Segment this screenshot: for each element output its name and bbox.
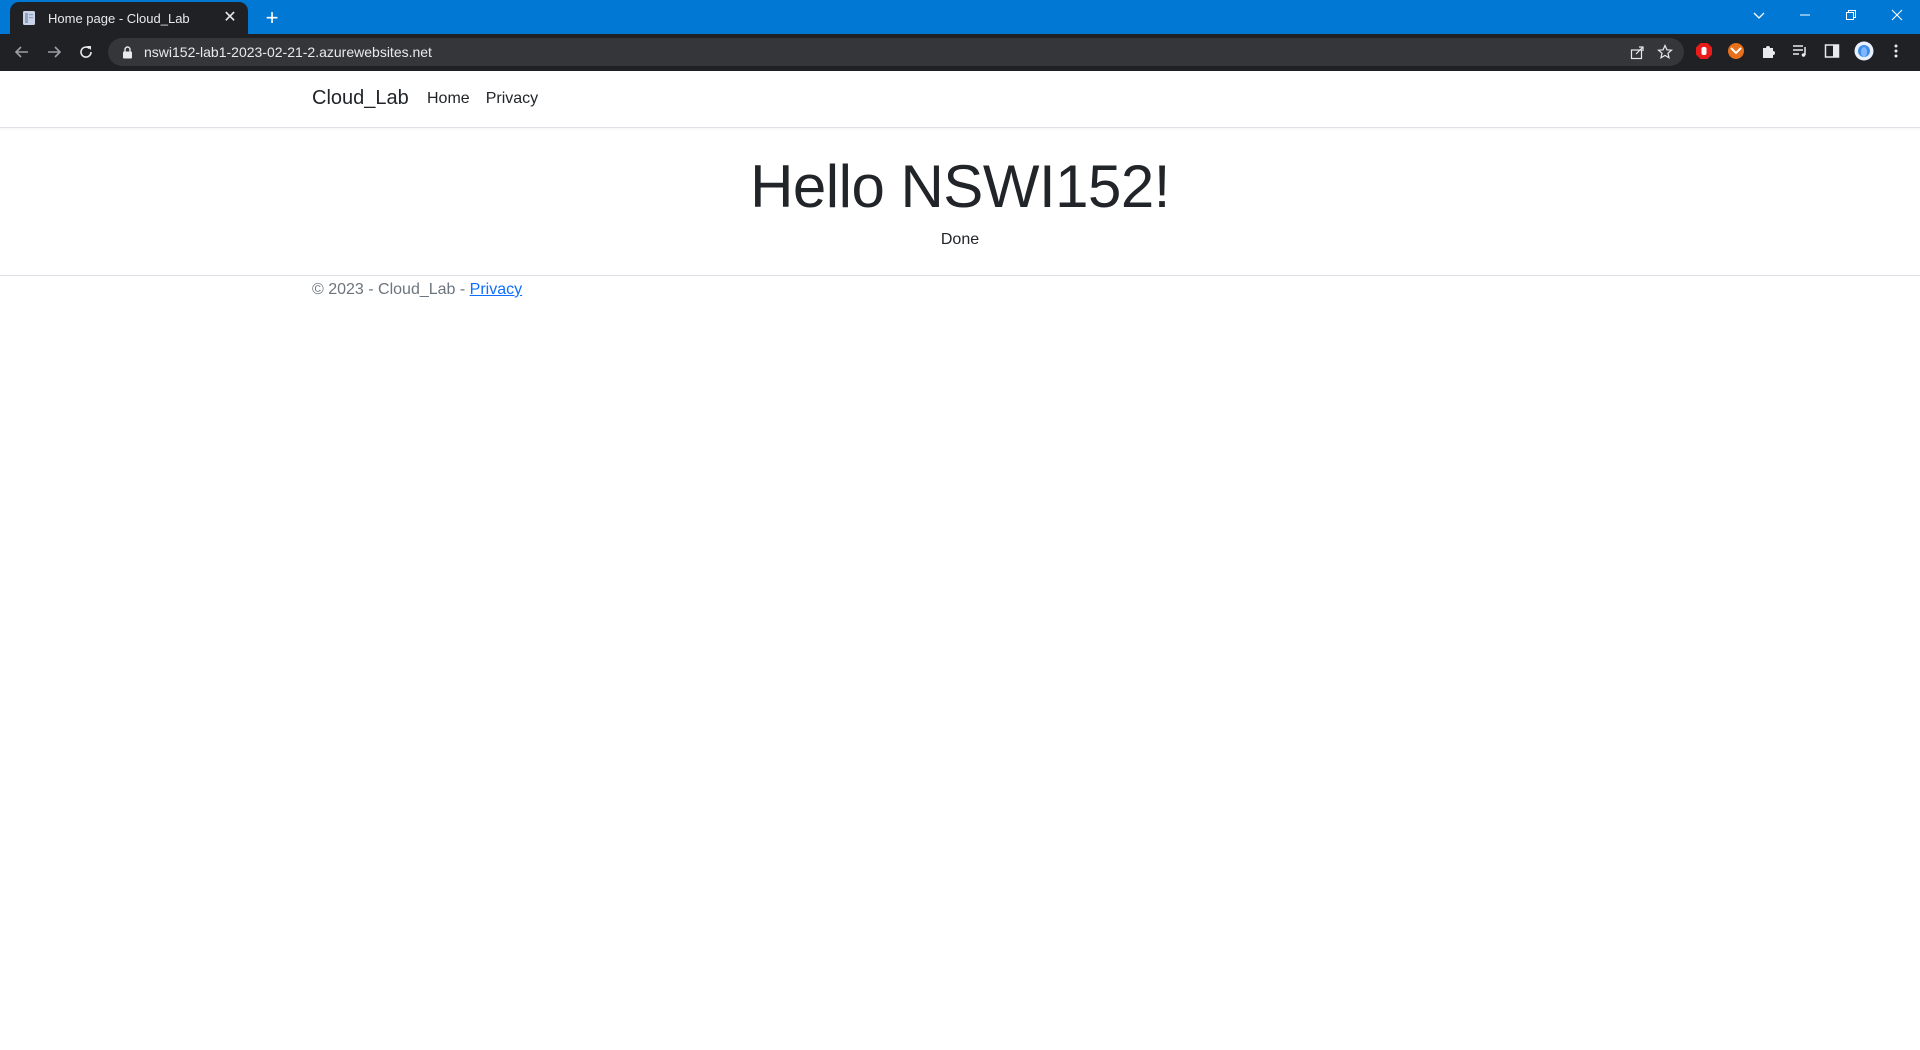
- extensions-area: [1692, 39, 1908, 63]
- adblock-icon[interactable]: [1692, 39, 1716, 63]
- site-footer: © 2023 - Cloud_Lab - Privacy: [0, 275, 1920, 335]
- profile-avatar-icon[interactable]: [1852, 39, 1876, 63]
- url-text: nswi152-lab1-2023-02-21-2.azurewebsites.…: [144, 44, 432, 60]
- minimize-icon[interactable]: [1782, 0, 1828, 30]
- back-arrow-icon[interactable]: [8, 38, 36, 66]
- page-title: Hello NSWI152!: [750, 153, 1170, 220]
- reload-icon[interactable]: [72, 38, 100, 66]
- site-navbar: Cloud_Lab Home Privacy: [0, 71, 1920, 128]
- address-bar[interactable]: nswi152-lab1-2023-02-21-2.azurewebsites.…: [108, 38, 1684, 66]
- browser-toolbar: nswi152-lab1-2023-02-21-2.azurewebsites.…: [0, 34, 1920, 71]
- browser-menu-icon[interactable]: [1884, 39, 1908, 63]
- footer-privacy-link[interactable]: Privacy: [470, 281, 522, 298]
- nav-link-privacy[interactable]: Privacy: [486, 90, 538, 108]
- nav-links: Home Privacy: [427, 90, 538, 108]
- media-queue-icon[interactable]: [1788, 39, 1812, 63]
- puzzle-extensions-icon[interactable]: [1756, 39, 1780, 63]
- lock-icon[interactable]: [120, 45, 134, 59]
- page-content: Cloud_Lab Home Privacy Hello NSWI152! Do…: [0, 71, 1920, 1050]
- tab-strip: Home page - Cloud_Lab ✕ +: [0, 0, 1920, 34]
- browser-tab-active[interactable]: Home page - Cloud_Lab ✕: [10, 2, 248, 34]
- footer-text: © 2023 - Cloud_Lab - Privacy: [312, 281, 522, 299]
- forward-arrow-icon[interactable]: [40, 38, 68, 66]
- omnibox-actions: [1628, 43, 1674, 61]
- fox-extension-icon[interactable]: [1724, 39, 1748, 63]
- tab-search-icon[interactable]: [1736, 0, 1782, 30]
- copyright-text: © 2023 - Cloud_Lab -: [312, 281, 470, 298]
- share-icon[interactable]: [1628, 43, 1646, 61]
- restore-icon[interactable]: [1828, 0, 1874, 30]
- brand-link[interactable]: Cloud_Lab: [312, 87, 409, 110]
- window-controls: [1736, 0, 1920, 30]
- tab-title: Home page - Cloud_Lab: [48, 10, 190, 26]
- close-tab-icon[interactable]: ✕: [220, 8, 240, 28]
- close-window-icon[interactable]: [1874, 0, 1920, 30]
- new-tab-button[interactable]: +: [258, 4, 286, 32]
- document-icon: [20, 9, 38, 27]
- nav-link-home[interactable]: Home: [427, 90, 470, 108]
- main-content: Hello NSWI152! Done: [0, 151, 1920, 249]
- bookmark-star-icon[interactable]: [1656, 43, 1674, 61]
- status-text: Done: [940, 231, 980, 248]
- side-panel-icon[interactable]: [1820, 39, 1844, 63]
